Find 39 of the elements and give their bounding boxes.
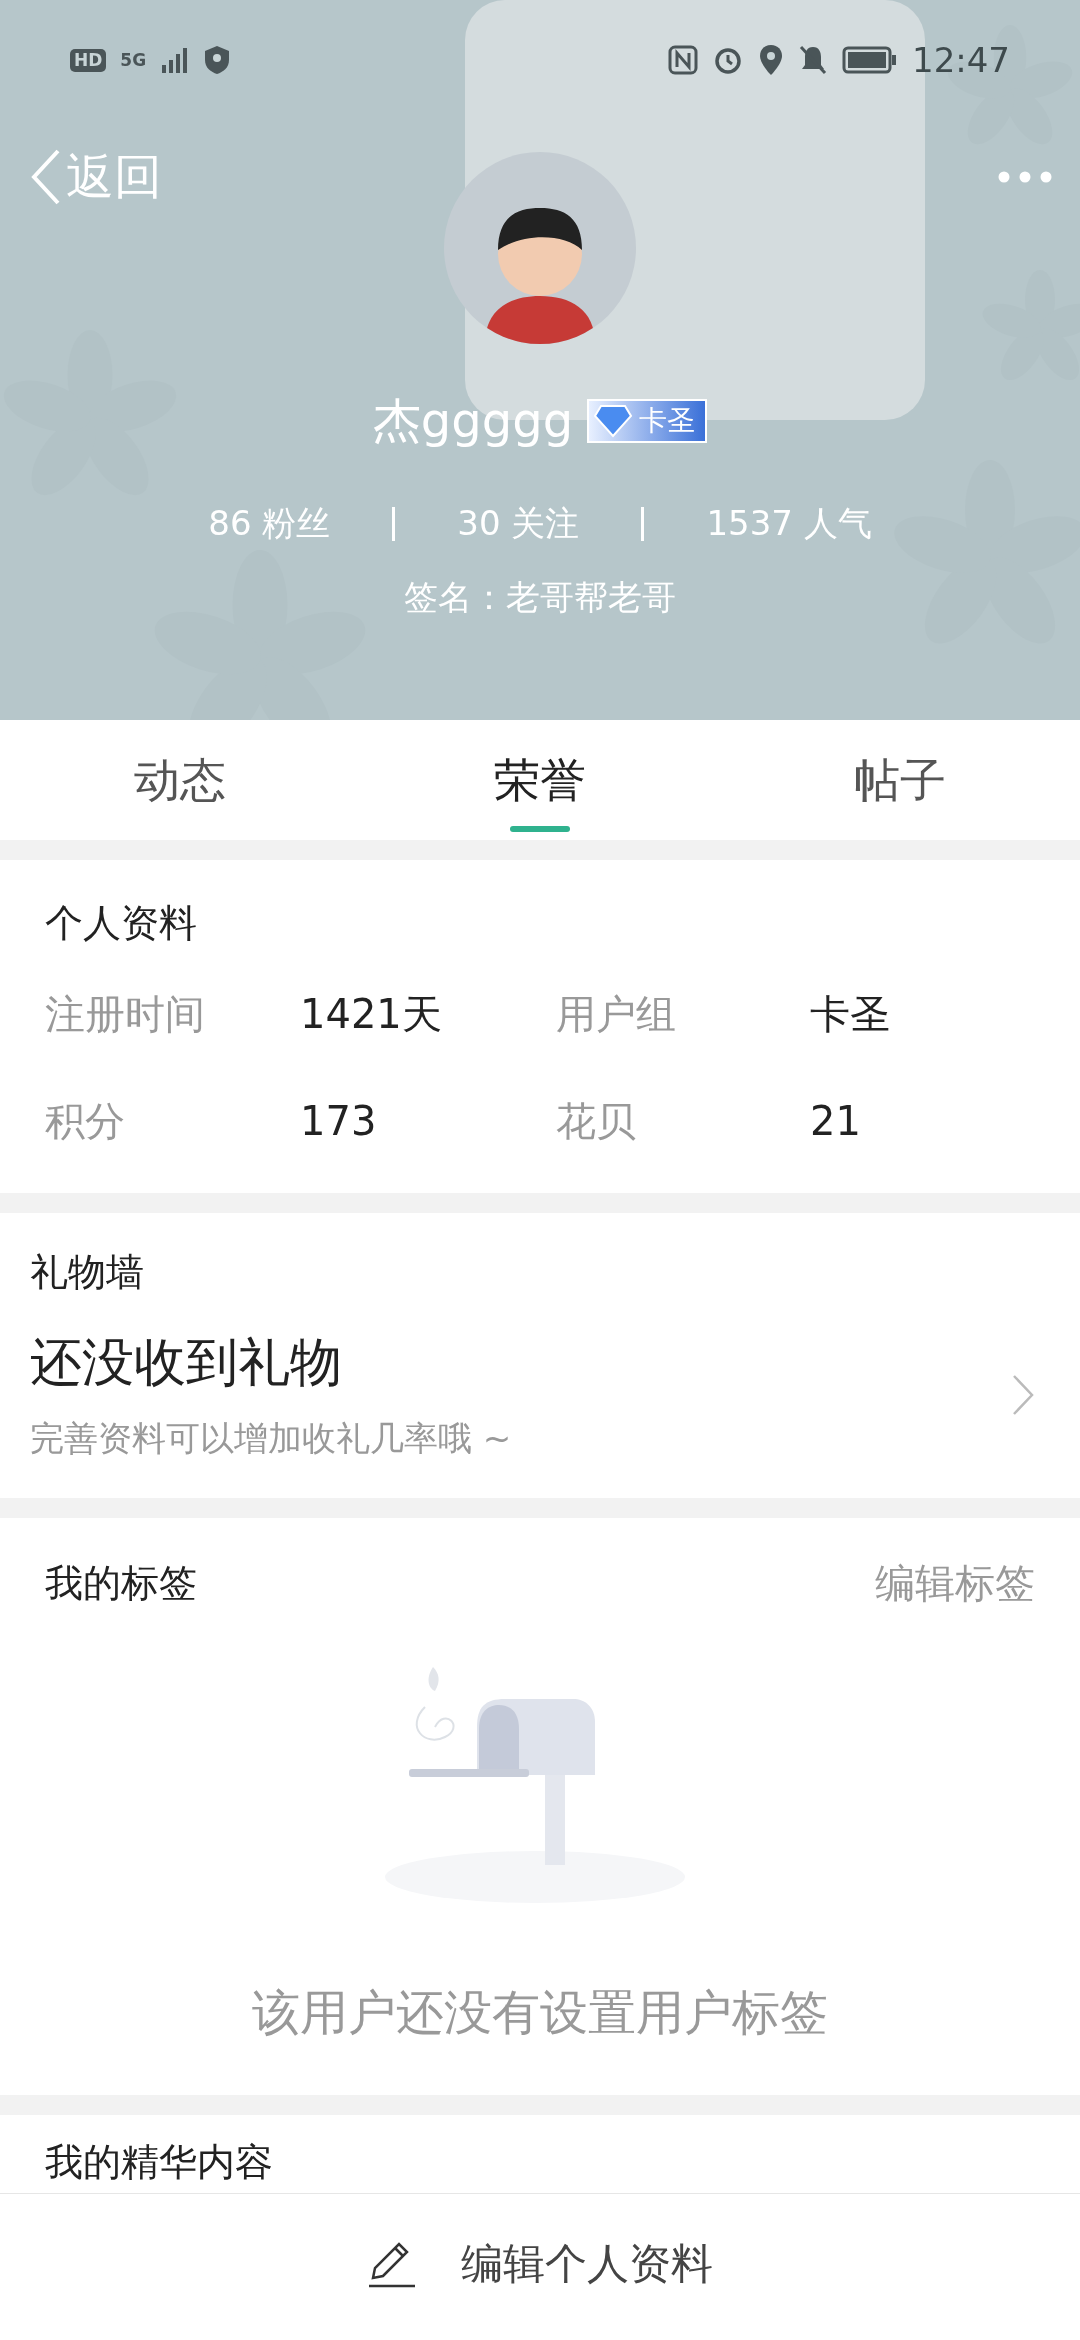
network-label: 5G — [120, 51, 147, 69]
diamond-icon — [593, 404, 634, 438]
section-title: 我的标签 — [45, 1560, 197, 1607]
field-value: 173 — [300, 1098, 378, 1144]
username: 杰ggggg — [372, 391, 574, 450]
profile-tab[interactable]: 帖子 — [720, 720, 1080, 840]
rank-badge: 卡圣 — [587, 399, 708, 443]
shield-icon — [204, 45, 231, 75]
edit-tags-link[interactable]: 编辑标签 — [875, 1556, 1035, 1611]
field-value: 21 — [810, 1098, 862, 1144]
signature: 签名：老哥帮老哥 — [404, 576, 676, 619]
gift-hint: 完善资料可以增加收礼几率哦 ~ — [30, 1417, 512, 1460]
field-label: 注册时间 — [45, 990, 206, 1039]
field-label: 花贝 — [556, 1097, 637, 1146]
field-value: 1421天 — [300, 990, 443, 1039]
field-label: 积分 — [45, 1097, 126, 1146]
profile-stat[interactable]: 86 粉丝 — [146, 501, 393, 547]
field-value: 卡圣 — [810, 990, 891, 1039]
profile-tab[interactable]: 荣誉 — [360, 720, 720, 840]
section-title: 我的精华内容 — [45, 2139, 274, 2186]
gift-headline: 还没收到礼物 — [30, 1331, 343, 1394]
field-label: 用户组 — [556, 990, 677, 1039]
nfc-icon — [668, 45, 698, 75]
back-button[interactable]: 返回 — [28, 145, 162, 209]
battery-icon — [842, 45, 898, 75]
more-icon[interactable] — [998, 171, 1052, 183]
mute-icon — [798, 44, 828, 76]
profile-tab[interactable]: 动态 — [0, 720, 360, 840]
location-icon — [758, 44, 784, 76]
profile-stat[interactable]: 30 关注 — [395, 501, 642, 547]
section-title: 个人资料 — [45, 900, 198, 947]
section-title: 礼物墙 — [30, 1249, 145, 1296]
hd-badge: HD — [70, 48, 107, 72]
profile-stat[interactable]: 1537 人气 — [644, 501, 934, 547]
edit-profile-button[interactable]: 编辑个人资料 — [367, 2236, 713, 2298]
chevron-right-icon[interactable] — [1011, 1373, 1035, 1417]
status-time: 12:47 — [912, 40, 1010, 80]
empty-state-text: 该用户还没有设置用户标签 — [252, 1983, 828, 2042]
pencil-icon[interactable] — [367, 2240, 415, 2288]
